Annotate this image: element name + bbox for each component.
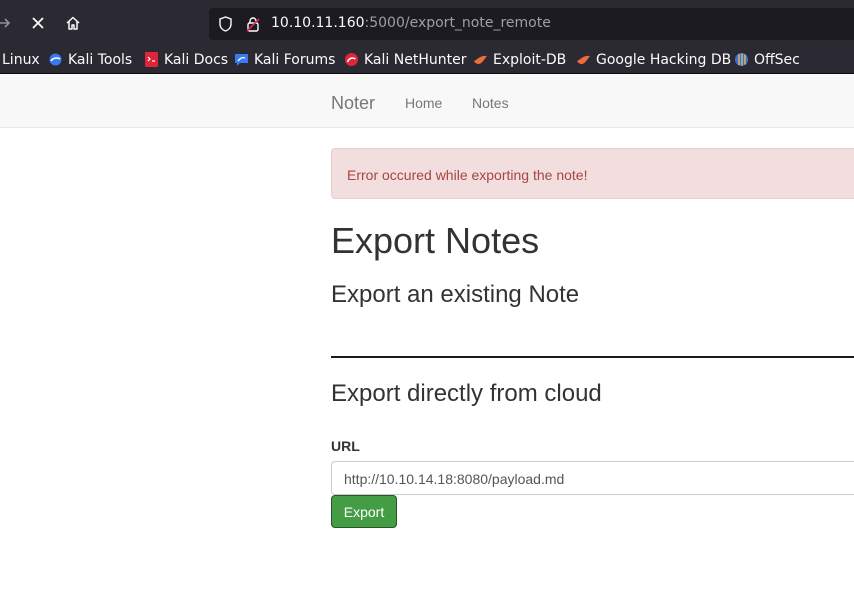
bookmark-label: Kali Tools — [68, 51, 133, 68]
bookmarks-bar: Linux Kali Tools Kali Docs Kali Forums K… — [0, 46, 854, 74]
bookmark-label: Kali Docs — [164, 51, 229, 68]
lock-icon[interactable] — [245, 16, 261, 32]
address-bar[interactable]: 10.10.11.160:5000/export_note_remote — [209, 8, 854, 40]
bookmark-label: Google Hacking DB — [596, 51, 732, 68]
export-existing-heading: Export an existing Note — [331, 281, 580, 308]
bookmark-label: OffSec — [754, 51, 800, 68]
error-alert: Error occured while exporting the note! — [331, 148, 854, 199]
url-input[interactable]: http://10.10.14.18:8080/payload.md — [331, 461, 854, 495]
google-hacking-db-icon — [576, 52, 591, 67]
bookmark-label: Exploit-DB — [493, 51, 567, 68]
export-button[interactable]: Export — [331, 495, 397, 528]
bookmark-google-hacking-db[interactable]: Google Hacking DB — [576, 46, 731, 73]
url-label: URL — [331, 438, 360, 454]
bookmark-label: Linux — [2, 51, 40, 68]
export-cloud-heading: Export directly from cloud — [331, 380, 602, 407]
bookmark-kali-nethunter[interactable]: Kali NetHunter — [344, 46, 466, 73]
bookmark-offsec[interactable]: OffSec — [734, 46, 800, 73]
navbar-brand[interactable]: Noter — [331, 93, 375, 114]
bookmark-kali-tools[interactable]: Kali Tools — [48, 46, 132, 73]
nav-link-home[interactable]: Home — [405, 95, 442, 111]
error-alert-message: Error occured while exporting the note! — [347, 167, 588, 183]
home-icon[interactable] — [62, 12, 84, 34]
url-host: 10.10.11.160 — [271, 15, 365, 31]
bookmark-linux[interactable]: Linux — [2, 46, 40, 73]
browser-toolbar: 10.10.11.160:5000/export_note_remote — [0, 0, 854, 46]
kali-docs-icon — [144, 52, 159, 67]
nav-link-notes[interactable]: Notes — [472, 95, 509, 111]
bookmark-kali-docs[interactable]: Kali Docs — [144, 46, 228, 73]
shield-icon[interactable] — [217, 16, 233, 32]
forward-arrow-icon[interactable] — [0, 12, 16, 34]
bookmark-exploit-db[interactable]: Exploit-DB — [473, 46, 566, 73]
site-navbar: Noter Home Notes — [0, 74, 854, 128]
stop-icon[interactable] — [27, 12, 49, 34]
kali-nethunter-icon — [344, 52, 359, 67]
offsec-icon — [734, 52, 749, 67]
bookmark-label: Kali Forums — [254, 51, 336, 68]
exploit-db-icon — [473, 52, 488, 67]
url-input-value: http://10.10.14.18:8080/payload.md — [344, 471, 565, 487]
url-text[interactable]: 10.10.11.160:5000/export_note_remote — [271, 15, 551, 31]
bookmark-kali-forums[interactable]: Kali Forums — [234, 46, 335, 73]
kali-tools-icon — [48, 52, 63, 67]
url-path: :5000/export_note_remote — [364, 15, 551, 31]
section-divider — [331, 356, 854, 358]
kali-forums-icon — [234, 52, 249, 67]
page-title: Export Notes — [331, 220, 540, 261]
bookmark-label: Kali NetHunter — [364, 51, 467, 68]
